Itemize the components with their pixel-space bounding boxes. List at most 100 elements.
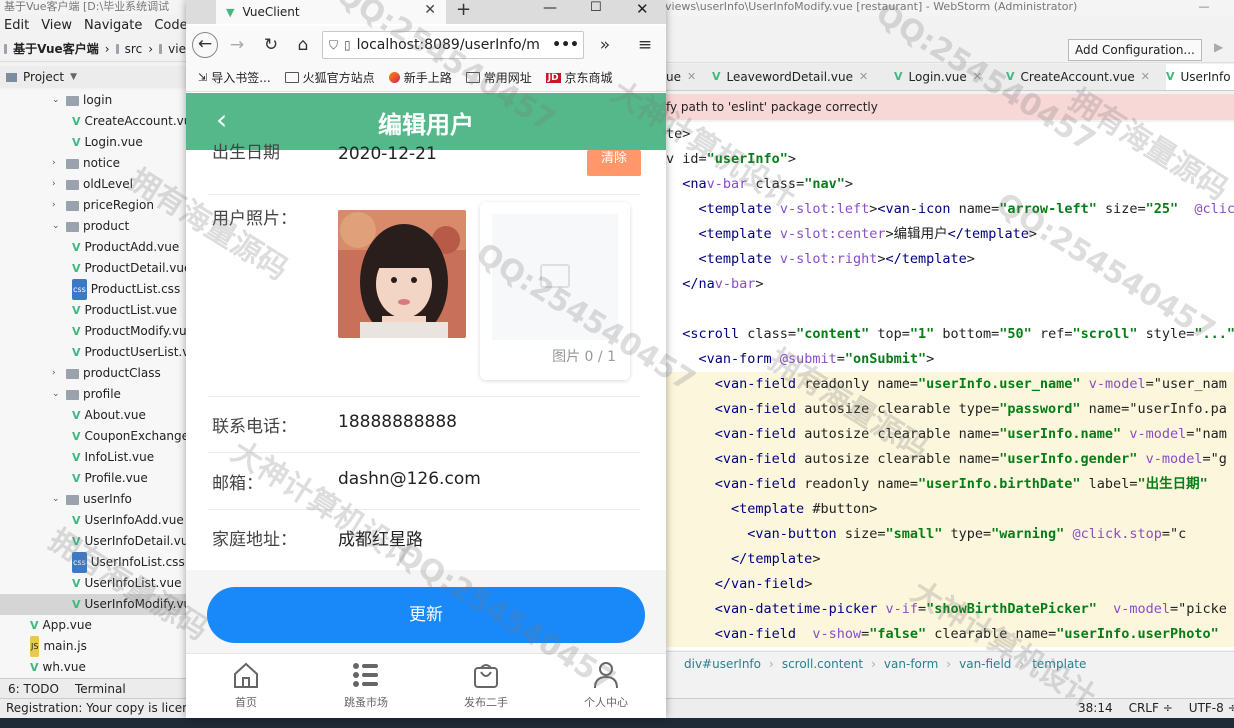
tree-folder[interactable]: › notice bbox=[0, 153, 120, 174]
home-icon[interactable]: ⌂ bbox=[290, 32, 316, 58]
tree-file[interactable]: VCreateAccount.vue bbox=[0, 111, 186, 132]
tab-profile[interactable]: 个人中心 bbox=[556, 660, 656, 710]
code-line[interactable]: <van-field readonly name="userInfo.birth… bbox=[666, 472, 1234, 497]
tree-folder[interactable]: ⌄ login bbox=[0, 90, 112, 111]
tree-folder[interactable]: › priceRegion bbox=[0, 195, 154, 216]
menu-view[interactable]: View bbox=[41, 18, 72, 33]
minimize-icon[interactable]: — bbox=[543, 0, 557, 16]
tree-folder[interactable]: ⌄ product bbox=[0, 216, 129, 237]
address-field[interactable]: 成都红星路 bbox=[338, 525, 423, 550]
crumb-scroll[interactable]: scroll.content bbox=[782, 657, 863, 671]
tree-file[interactable]: V InfoList.vue bbox=[0, 447, 154, 468]
tree-file[interactable]: V ProductAdd.vue bbox=[0, 237, 179, 258]
upload-area[interactable] bbox=[492, 214, 618, 340]
crumb-template[interactable]: template bbox=[1032, 657, 1086, 671]
breadcrumb-src[interactable]: src bbox=[125, 42, 143, 56]
code-line[interactable]: <van-datetime-picker v-if="showBirthDate… bbox=[666, 597, 1234, 622]
url-bar[interactable]: ⛉ ▯ localhost:8089/userInfo/m ••• bbox=[322, 31, 584, 59]
forward-arrow-icon[interactable]: → bbox=[224, 32, 250, 58]
editor-tab[interactable]: V LeavewordDetail.vue ✕ bbox=[712, 64, 868, 90]
user-photo[interactable] bbox=[338, 210, 466, 338]
tree-file[interactable]: V ProductModify.vue bbox=[0, 321, 186, 342]
code-line[interactable]: <template v-slot:center>编辑用户</template> bbox=[666, 222, 1234, 247]
breadcrumb-views[interactable]: vie bbox=[168, 42, 186, 56]
tree-file[interactable]: css UserInfoList.css bbox=[0, 552, 185, 573]
code-line[interactable]: </template> bbox=[666, 547, 1234, 572]
crumb-van-field[interactable]: van-field bbox=[959, 657, 1011, 671]
code-line[interactable]: <template v-slot:left><van-icon name="ar… bbox=[666, 197, 1234, 222]
maximize-icon[interactable]: ☐ bbox=[590, 0, 602, 15]
chevron-down-icon[interactable]: ⌄ bbox=[52, 216, 62, 237]
code-line[interactable] bbox=[666, 297, 1234, 322]
tree-file[interactable]: JS main.js bbox=[0, 636, 87, 657]
add-configuration-button[interactable]: Add Configuration... bbox=[1068, 39, 1202, 61]
editor-tab[interactable]: V Login.vue ✕ bbox=[894, 64, 982, 90]
chevron-down-icon[interactable]: ⌄ bbox=[52, 90, 62, 111]
page-actions-icon[interactable]: ••• bbox=[552, 37, 583, 53]
photo-uploader[interactable]: 图片 0 / 1 bbox=[480, 202, 630, 380]
code-line[interactable]: <van-field v-show="false" clearable name… bbox=[666, 622, 1234, 647]
code-line[interactable]: te> bbox=[666, 122, 1234, 147]
url-text[interactable]: localhost:8089/userInfo/m bbox=[357, 37, 540, 53]
bookmark-getting-started[interactable]: 新手上路 bbox=[388, 69, 452, 86]
code-line[interactable]: <van-button size="small" type="warning" … bbox=[666, 522, 1234, 547]
tree-file[interactable]: css ProductList.css bbox=[0, 279, 180, 300]
bookmark-import[interactable]: ⇲ 导入书签... bbox=[198, 69, 271, 86]
tree-folder[interactable]: › oldLevel bbox=[0, 174, 133, 195]
chevron-right-icon[interactable]: › bbox=[52, 153, 62, 174]
chevron-right-icon[interactable]: › bbox=[52, 174, 62, 195]
menu-code[interactable]: Code bbox=[154, 18, 187, 33]
tree-file[interactable]: V Profile.vue bbox=[0, 468, 148, 489]
tab-publish[interactable]: 发布二手 bbox=[436, 660, 536, 710]
new-tab-icon[interactable]: + bbox=[456, 0, 471, 20]
browser-tab[interactable]: ▼ VueClient ✕ bbox=[216, 0, 446, 24]
tree-file[interactable]: Vwh.vue bbox=[0, 657, 86, 678]
overflow-chevron-icon[interactable]: » bbox=[592, 32, 618, 58]
tree-file[interactable]: V CouponExchange bbox=[0, 426, 186, 447]
tree-file[interactable]: V ProductList.vue bbox=[0, 300, 177, 321]
tree-file[interactable]: V UserInfoAdd.vue bbox=[0, 510, 184, 531]
crumb-div[interactable]: div#userInfo bbox=[684, 657, 761, 671]
code-line[interactable]: <scroll class="content" top="1" bottom="… bbox=[666, 322, 1234, 347]
file-encoding[interactable]: UTF-8 ÷ bbox=[1189, 701, 1234, 715]
run-icon[interactable]: ▶ bbox=[1214, 40, 1223, 54]
close-tab-icon[interactable]: ✕ bbox=[424, 2, 436, 18]
tree-folder[interactable]: ⌄ profile bbox=[0, 384, 121, 405]
chevron-down-icon[interactable]: ⌄ bbox=[52, 384, 62, 405]
bookmark-firefox-site[interactable]: 火狐官方站点 bbox=[284, 69, 375, 86]
back-arrow-icon[interactable]: ← bbox=[192, 32, 218, 58]
menu-edit[interactable]: Edit bbox=[4, 18, 29, 33]
tree-folder[interactable]: › productClass bbox=[0, 363, 161, 384]
line-separator[interactable]: CRLF ÷ bbox=[1129, 701, 1173, 715]
tree-file[interactable]: V Login.vue bbox=[0, 132, 143, 153]
close-window-icon[interactable]: ✕ bbox=[636, 0, 649, 18]
code-line[interactable]: <template #button> bbox=[666, 497, 1234, 522]
breadcrumb-project[interactable]: 基于Vue客户端 bbox=[13, 40, 99, 57]
bookmark-common-sites[interactable]: 常用网址 bbox=[465, 69, 532, 86]
tree-file[interactable]: V UserInfoDetail.vue bbox=[0, 531, 186, 552]
shield-icon[interactable]: ⛉ bbox=[329, 38, 338, 53]
tab-home[interactable]: 首页 bbox=[196, 660, 296, 710]
code-line[interactable]: <van-field autosize clearable type="pass… bbox=[666, 397, 1234, 422]
tree-file[interactable]: V About.vue bbox=[0, 405, 146, 426]
code-line[interactable]: </van-field> bbox=[666, 572, 1234, 597]
code-editor[interactable]: te> v id="userInfo"> <nav-bar class="nav"… bbox=[666, 122, 1234, 650]
tree-file[interactable]: V UserInfoList.vue bbox=[0, 573, 181, 594]
reload-icon[interactable]: ↻ bbox=[258, 32, 284, 58]
menu-navigate[interactable]: Navigate bbox=[84, 18, 142, 33]
birth-date-field[interactable]: 2020-12-21 bbox=[338, 144, 437, 164]
code-line[interactable]: <van-field readonly name="userInfo.user_… bbox=[666, 372, 1234, 397]
hamburger-menu-icon[interactable]: ≡ bbox=[632, 32, 658, 58]
editor-tab-active[interactable]: V UserInfo bbox=[1166, 64, 1234, 90]
cursor-position[interactable]: 38:14 bbox=[1078, 701, 1113, 715]
chevron-right-icon[interactable]: › bbox=[52, 363, 62, 384]
caret-down-icon[interactable]: ▼ bbox=[70, 72, 77, 82]
terminal-tab[interactable]: Terminal bbox=[75, 682, 126, 696]
chevron-down-icon[interactable]: ⌄ bbox=[52, 489, 62, 510]
code-line[interactable]: <nav-bar class="nav"> bbox=[666, 172, 1234, 197]
code-line[interactable]: <van-field autosize clearable name="user… bbox=[666, 422, 1234, 447]
code-line[interactable]: <van-form @submit="onSubmit"> bbox=[666, 347, 1234, 372]
project-panel-label[interactable]: Project bbox=[23, 70, 64, 84]
code-line[interactable]: v id="userInfo"> bbox=[666, 147, 1234, 172]
ide-window-controls[interactable]: — bbox=[1174, 0, 1234, 14]
